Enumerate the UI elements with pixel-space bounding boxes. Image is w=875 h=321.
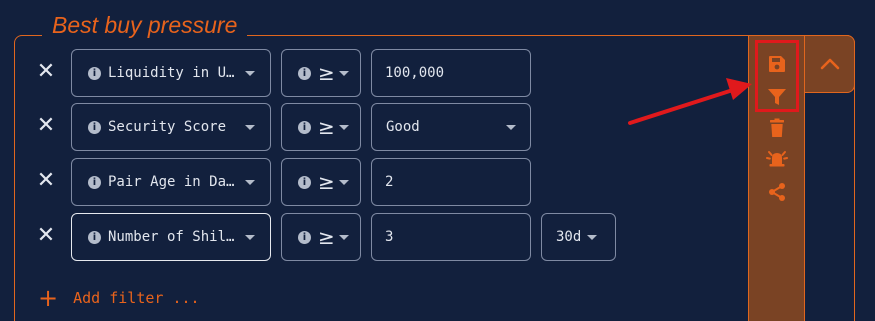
chevron-down-icon — [245, 235, 255, 240]
share-button[interactable] — [764, 179, 790, 205]
chevron-down-icon — [245, 71, 255, 76]
info-icon: i — [88, 175, 101, 189]
value-text: 100,000 — [385, 65, 445, 81]
collapse-button[interactable] — [805, 35, 855, 93]
field-select[interactable]: i Pair Age in Da… — [71, 158, 271, 206]
value-input[interactable]: 3 — [371, 213, 531, 261]
field-label: Pair Age in Da… — [108, 174, 235, 190]
operator-select[interactable]: i ≥ — [281, 158, 361, 206]
operator-label: ≥ — [318, 225, 335, 249]
share-icon — [769, 183, 785, 201]
info-icon: i — [298, 230, 311, 244]
add-filter-label: Add filter ... — [73, 289, 200, 307]
value-select[interactable]: Good — [371, 103, 531, 151]
trash-icon — [770, 118, 784, 137]
value-text: 2 — [385, 174, 394, 190]
filter-row: ✕ i Liquidity in U… i ≥ 100,000 — [0, 49, 740, 99]
operator-label: ≥ — [318, 61, 335, 85]
plus-icon: + — [38, 284, 59, 312]
info-icon: i — [298, 120, 311, 134]
info-icon: i — [298, 175, 311, 189]
chevron-down-icon — [506, 125, 516, 130]
chevron-down-icon — [338, 179, 349, 185]
highlight-box — [755, 40, 799, 112]
info-icon: i — [88, 120, 101, 134]
remove-filter-button[interactable]: ✕ — [36, 61, 56, 83]
period-label: 30d — [556, 229, 582, 245]
chevron-down-icon — [587, 234, 598, 240]
alarm-icon — [766, 151, 788, 167]
value-text: 3 — [385, 229, 394, 245]
chevron-down-icon — [338, 124, 349, 130]
delete-button[interactable] — [764, 115, 790, 141]
field-label: Liquidity in U… — [108, 65, 235, 81]
operator-select[interactable]: i ≥ — [281, 103, 361, 151]
chevron-down-icon — [245, 180, 255, 185]
info-icon: i — [88, 66, 101, 80]
operator-label: ≥ — [318, 115, 335, 139]
chevron-up-icon — [820, 58, 839, 70]
field-label: Number of Shil… — [108, 229, 235, 245]
operator-select[interactable]: i ≥ — [281, 49, 361, 97]
filter-group-title: Best buy pressure — [42, 10, 248, 40]
chevron-down-icon — [338, 234, 349, 240]
value-input[interactable]: 2 — [371, 158, 531, 206]
field-select[interactable]: i Liquidity in U… — [71, 49, 271, 97]
info-icon: i — [88, 230, 101, 244]
operator-label: ≥ — [318, 170, 335, 194]
remove-filter-button[interactable]: ✕ — [36, 115, 56, 137]
field-label: Security Score — [108, 119, 227, 135]
remove-filter-button[interactable]: ✕ — [36, 225, 56, 247]
value-text: Good — [386, 119, 420, 135]
filter-row: ✕ i Pair Age in Da… i ≥ 2 — [0, 158, 740, 208]
alert-button[interactable] — [764, 146, 790, 172]
chevron-down-icon — [338, 70, 349, 76]
operator-select[interactable]: i ≥ — [281, 213, 361, 261]
info-icon: i — [298, 66, 311, 80]
field-select[interactable]: i Number of Shil… — [71, 213, 271, 261]
field-select[interactable]: i Security Score — [71, 103, 271, 151]
filter-row: ✕ i Security Score i ≥ Good — [0, 103, 740, 153]
period-select[interactable]: 30d — [541, 213, 616, 261]
chevron-down-icon — [245, 125, 255, 130]
value-input[interactable]: 100,000 — [371, 49, 531, 97]
filter-row: ✕ i Number of Shil… i ≥ 3 30d — [0, 213, 740, 263]
remove-filter-button[interactable]: ✕ — [36, 170, 56, 192]
add-filter-button[interactable]: + Add filter ... — [38, 284, 200, 312]
